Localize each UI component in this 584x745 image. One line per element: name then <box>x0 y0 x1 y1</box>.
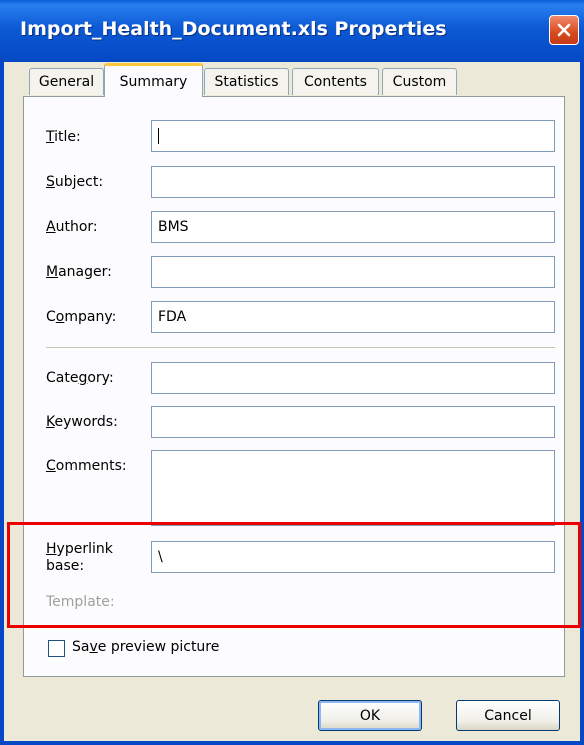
company-field[interactable]: FDA <box>151 301 555 333</box>
window-frame-left <box>0 62 4 745</box>
highlight-box <box>7 522 581 628</box>
window-frame-bottom <box>0 741 584 745</box>
title-label: Title: <box>46 129 81 145</box>
tab-general[interactable]: General <box>29 68 104 95</box>
close-x-icon <box>557 23 571 37</box>
save-preview-label[interactable]: Save preview picture <box>72 639 219 655</box>
keywords-field[interactable] <box>151 406 555 438</box>
text-cursor <box>158 128 159 144</box>
tab-label: Summary <box>119 73 188 90</box>
ok-button[interactable]: OK <box>318 700 422 731</box>
category-label: Category: <box>46 370 114 386</box>
subject-label: Subject: <box>46 174 104 190</box>
author-label: Author: <box>46 219 98 235</box>
manager-label: Manager: <box>46 264 112 280</box>
tab-label: Custom <box>392 74 447 90</box>
tab-summary[interactable]: Summary <box>104 63 203 97</box>
tab-label: Statistics <box>214 74 279 90</box>
tab-custom[interactable]: Custom <box>382 68 457 95</box>
save-preview-checkbox[interactable] <box>48 640 65 657</box>
tab-contents[interactable]: Contents <box>292 68 379 95</box>
subject-field[interactable] <box>151 166 555 198</box>
comments-label: Comments: <box>46 458 127 474</box>
window-frame-right <box>580 62 584 745</box>
window-title: Import_Health_Document.xls Properties <box>20 18 447 40</box>
author-field[interactable]: BMS <box>151 211 555 243</box>
tab-statistics[interactable]: Statistics <box>204 68 289 95</box>
tab-label: Contents <box>304 74 367 90</box>
title-bar[interactable]: Import_Health_Document.xls Properties <box>0 0 584 62</box>
keywords-label: Keywords: <box>46 414 118 430</box>
properties-dialog: Import_Health_Document.xls Properties Ge… <box>0 0 584 745</box>
company-label: Company: <box>46 309 117 325</box>
cancel-button[interactable]: Cancel <box>456 700 560 731</box>
category-field[interactable] <box>151 362 555 394</box>
manager-field[interactable] <box>151 256 555 288</box>
close-button[interactable] <box>549 15 579 45</box>
title-field[interactable] <box>151 120 555 152</box>
group-divider <box>46 347 555 349</box>
comments-field[interactable] <box>151 450 555 526</box>
tab-label: General <box>38 74 95 90</box>
